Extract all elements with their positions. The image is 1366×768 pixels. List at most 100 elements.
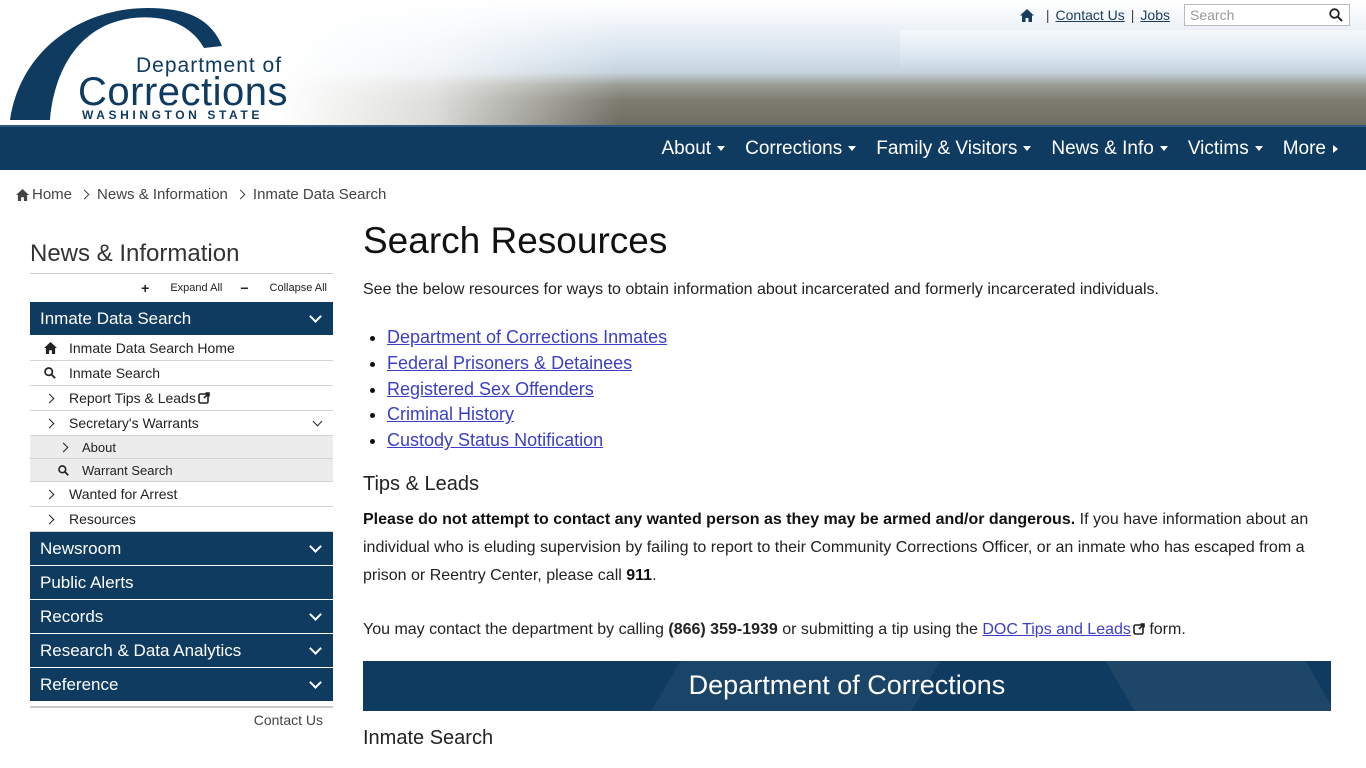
list-item: Department of Corrections Inmates bbox=[387, 325, 1331, 351]
jobs-link[interactable]: Jobs bbox=[1140, 7, 1170, 23]
util-separator: | bbox=[1045, 7, 1050, 23]
chevron-down-icon bbox=[309, 641, 322, 655]
contact-phone: (866) 359-1939 bbox=[668, 620, 778, 638]
expand-all-button[interactable]: + Expand All bbox=[141, 280, 222, 296]
sidebar-section-inmate-data-search[interactable]: Inmate Data Search bbox=[30, 302, 333, 336]
nav-label: Family & Visitors bbox=[876, 137, 1018, 159]
chevron-right-icon bbox=[44, 514, 55, 524]
sidebar-contact-us-link[interactable]: Contact Us bbox=[30, 706, 333, 730]
plus-icon: + bbox=[141, 280, 150, 296]
item-label: Wanted for Arrest bbox=[69, 486, 178, 502]
nav-label: More bbox=[1282, 137, 1326, 159]
logo-line3: WASHINGTON STATE bbox=[82, 108, 263, 122]
warning-paragraph: Please do not attempt to contact any wan… bbox=[363, 506, 1331, 590]
chevron-right-icon bbox=[44, 393, 55, 403]
breadcrumb-home[interactable]: Home bbox=[32, 186, 72, 203]
doc-tips-leads-link[interactable]: DOC Tips and Leads bbox=[982, 621, 1131, 638]
sidebar-item-inmate-search[interactable]: Inmate Search bbox=[30, 361, 333, 386]
caret-down-icon bbox=[1023, 146, 1032, 151]
nav-about[interactable]: About bbox=[651, 127, 735, 170]
sidebar-item-wanted-for-arrest[interactable]: Wanted for Arrest bbox=[30, 482, 333, 507]
list-item: Criminal History bbox=[387, 402, 1331, 428]
utility-bar: | Contact Us | Jobs bbox=[1019, 4, 1350, 26]
doc-banner: Department of Corrections bbox=[363, 660, 1331, 711]
nav-label: Victims bbox=[1187, 137, 1249, 159]
item-label: Inmate Search bbox=[69, 365, 161, 381]
chevron-down-icon bbox=[309, 675, 322, 689]
chevron-down-icon[interactable] bbox=[312, 416, 323, 427]
nav-victims[interactable]: Victims bbox=[1178, 127, 1273, 170]
section-label: Reference bbox=[40, 674, 119, 694]
sidebar-subitem-warrant-search[interactable]: Warrant Search bbox=[30, 459, 333, 482]
sidebar-title: News & Information bbox=[30, 236, 333, 274]
chevron-right-icon bbox=[79, 189, 90, 200]
section-label: Public Alerts bbox=[40, 572, 134, 592]
nav-corrections[interactable]: Corrections bbox=[735, 127, 866, 170]
list-item: Custody Status Notification bbox=[387, 428, 1331, 454]
sidebar-item-secretarys-warrants[interactable]: Secretary's Warrants bbox=[30, 411, 333, 436]
inmate-search-heading: Inmate Search bbox=[363, 726, 494, 749]
caret-right-icon bbox=[1333, 144, 1338, 153]
external-link-icon bbox=[198, 392, 210, 404]
sidebar-section-public-alerts[interactable]: Public Alerts bbox=[30, 566, 333, 600]
link-custody-status[interactable]: Custody Status Notification bbox=[387, 430, 603, 450]
sidebar: News & Information + Expand All − Collapse… bbox=[30, 236, 333, 730]
minus-icon: − bbox=[240, 280, 249, 296]
section-label: Records bbox=[40, 606, 104, 626]
sidebar-section-newsroom[interactable]: Newsroom bbox=[30, 532, 333, 566]
item-label: Report Tips & Leads bbox=[69, 390, 196, 406]
sidebar-section-records[interactable]: Records bbox=[30, 600, 333, 634]
nav-label: Corrections bbox=[745, 137, 843, 159]
breadcrumb: Home News & Information Inmate Data Sear… bbox=[16, 186, 386, 203]
link-doc-inmates[interactable]: Department of Corrections Inmates bbox=[387, 327, 667, 347]
main-content: Search Resources See the below resources… bbox=[363, 220, 1331, 750]
chevron-right-icon bbox=[44, 418, 55, 428]
nav-more[interactable]: More bbox=[1273, 127, 1348, 170]
home-icon bbox=[16, 188, 29, 201]
caret-down-icon bbox=[848, 146, 857, 151]
item-label: Warrant Search bbox=[82, 462, 173, 478]
home-icon[interactable] bbox=[1019, 8, 1034, 22]
chevron-down-icon bbox=[309, 607, 322, 621]
search-icon bbox=[44, 367, 56, 379]
caret-down-icon bbox=[1159, 146, 1168, 151]
sidebar-subitem-about[interactable]: About bbox=[30, 436, 333, 459]
sidebar-section-research-data-analytics[interactable]: Research & Data Analytics bbox=[30, 634, 333, 668]
sidebar-item-report-tips-leads[interactable]: Report Tips & Leads bbox=[30, 386, 333, 411]
warning-bold: Please do not attempt to contact any wan… bbox=[363, 510, 1076, 528]
contact-us-link[interactable]: Contact Us bbox=[1056, 7, 1125, 23]
sidebar-section-reference[interactable]: Reference bbox=[30, 668, 333, 702]
banner-title: Department of Corrections bbox=[688, 670, 1006, 701]
page-title: Search Resources bbox=[363, 220, 668, 261]
home-icon bbox=[44, 342, 57, 354]
search-button[interactable] bbox=[1325, 5, 1347, 25]
contact-post: form. bbox=[1144, 620, 1186, 638]
warning-end: . bbox=[652, 566, 657, 584]
search-icon bbox=[58, 464, 69, 476]
caret-down-icon bbox=[1254, 146, 1263, 151]
chevron-right-icon bbox=[44, 489, 55, 499]
link-sex-offenders[interactable]: Registered Sex Offenders bbox=[387, 379, 594, 399]
chevron-right-icon bbox=[235, 189, 246, 200]
list-item: Registered Sex Offenders bbox=[387, 377, 1331, 403]
site-logo[interactable]: Department of Corrections WASHINGTON STA… bbox=[8, 4, 308, 122]
list-item: Federal Prisoners & Detainees bbox=[387, 351, 1331, 377]
link-criminal-history[interactable]: Criminal History bbox=[387, 404, 514, 424]
intro-text: See the below resources for ways to obta… bbox=[363, 281, 1159, 298]
expand-all-label: Expand All bbox=[170, 282, 223, 294]
search-box bbox=[1184, 4, 1350, 26]
nav-news-info[interactable]: News & Info bbox=[1041, 127, 1177, 170]
search-input[interactable] bbox=[1185, 5, 1325, 25]
item-label: About bbox=[82, 439, 116, 455]
breadcrumb-news-information[interactable]: News & Information bbox=[97, 186, 228, 203]
collapse-all-button[interactable]: − Collapse All bbox=[240, 280, 327, 296]
sidebar-item-inmate-data-search-home[interactable]: Inmate Data Search Home bbox=[30, 336, 333, 361]
nav-label: About bbox=[661, 137, 712, 159]
section-label: Research & Data Analytics bbox=[40, 640, 242, 660]
header-sky bbox=[900, 30, 1366, 70]
sidebar-item-resources[interactable]: Resources bbox=[30, 507, 333, 532]
nav-family-visitors[interactable]: Family & Visitors bbox=[866, 127, 1041, 170]
link-federal-prisoners[interactable]: Federal Prisoners & Detainees bbox=[387, 353, 632, 373]
chevron-right-icon bbox=[58, 442, 69, 452]
section-label: Inmate Data Search bbox=[40, 308, 192, 328]
